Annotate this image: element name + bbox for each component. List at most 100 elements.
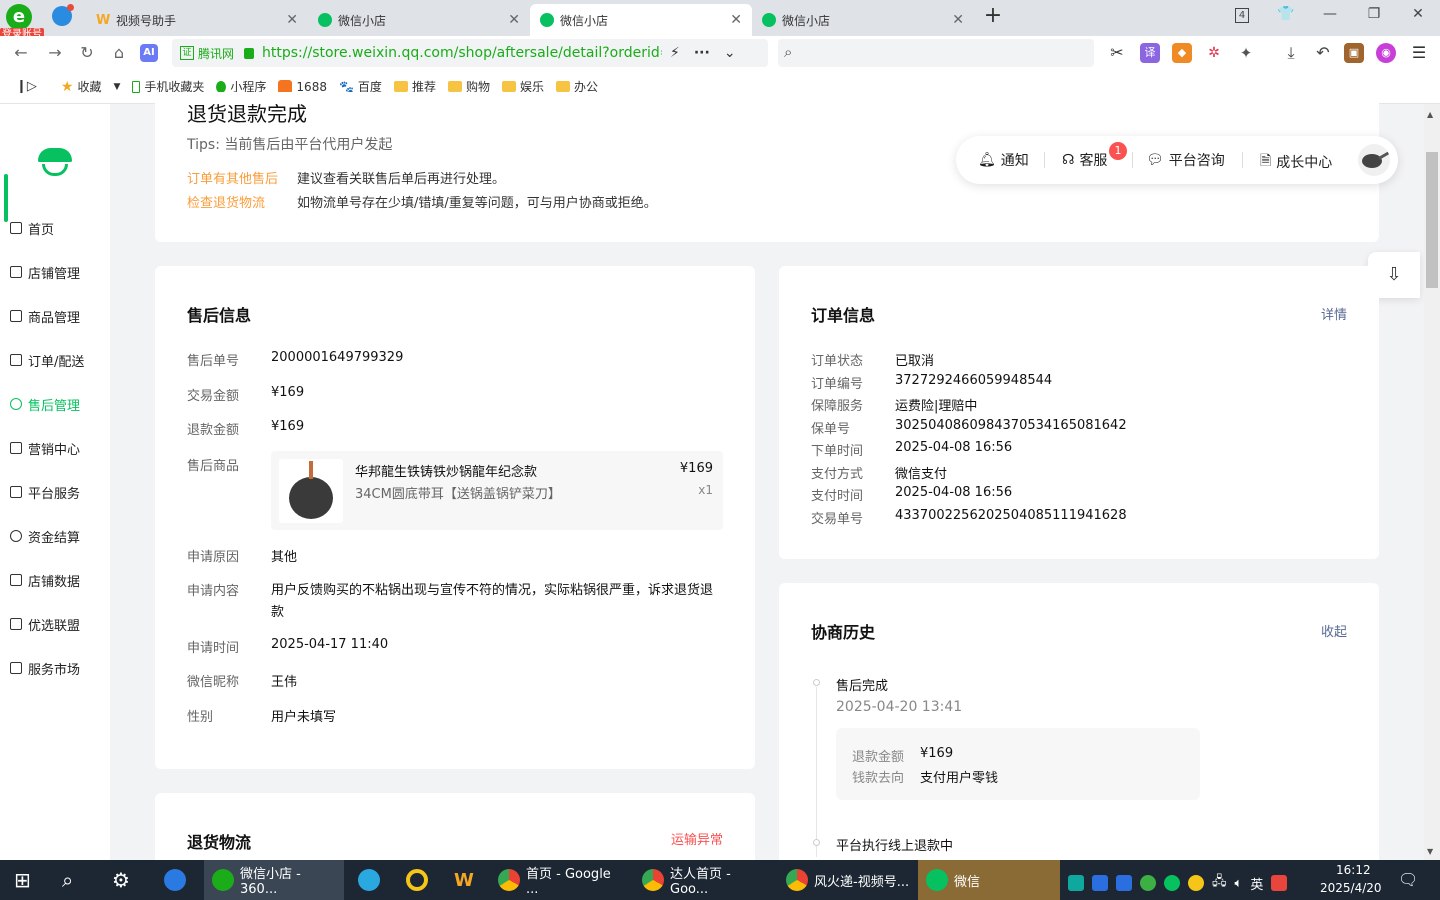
sidebar-item-platform[interactable]: 平台服务 [10,482,80,502]
windows-taskbar: ⊞ ⌕ ⚙ 微信小店 - 360... W 首页 - Google ... 达人… [0,860,1440,900]
app-chat-icon[interactable] [350,860,388,900]
app-o-icon[interactable] [398,860,436,900]
search-button[interactable]: ⌕ [54,860,81,900]
check-logistics-link[interactable]: 检查退货物流 [187,192,265,211]
sidebar-item-shop[interactable]: 店铺管理 [10,262,80,282]
tray-app-icon[interactable] [1188,875,1204,891]
app-s-icon[interactable]: ⚙ [104,860,138,900]
game-icon[interactable]: ◆ [1172,43,1192,63]
new-tab-button[interactable]: + [982,4,1004,28]
weixin-shop-icon [762,13,776,27]
video-assistant-taskbar-icon[interactable]: W [446,860,482,900]
taskbar-chrome-1[interactable]: 首页 - Google ... [490,860,630,900]
scissors-icon[interactable]: ✂ [1106,42,1128,64]
grid-icon [10,662,22,674]
home-icon[interactable]: ⌂ [108,42,130,64]
sidebar-item-market[interactable]: 服务市场 [10,658,80,678]
puzzle-icon[interactable]: ✦ [1236,43,1256,63]
other-aftersale-link[interactable]: 订单有其他售后 [187,168,278,187]
growth-center-button[interactable]: 🗎 成长中心 [1260,150,1332,174]
start-button[interactable]: ⊞ [6,860,39,900]
network-icon[interactable]: 🖧︎ [1212,872,1227,894]
bookmark-favorites[interactable]: ★ 收藏 ▼ [61,78,121,95]
scroll-up-icon[interactable]: ▲ [1427,110,1433,119]
scroll-down-icon[interactable]: ▼ [1427,847,1433,856]
sidebar-item-data[interactable]: 店铺数据 [10,570,80,590]
shop-logo-icon[interactable] [38,148,72,178]
close-icon[interactable]: ✕ [952,12,964,28]
download-icon[interactable]: ⤓ [1280,42,1302,64]
notification-icon[interactable]: 🗨︎ [1398,870,1418,889]
scrollbar-thumb[interactable] [1426,152,1438,288]
sidebar-item-funds[interactable]: 资金结算 [10,526,80,546]
tray-app-icon[interactable] [1140,875,1156,891]
event-detail-box: 退款金额 ¥169 钱款去向 支付用户零钱 [836,728,1200,800]
restore-icon[interactable]: ❐ [1360,6,1388,26]
sidebar-item-goods[interactable]: 商品管理 [10,306,80,326]
clock-date[interactable]: 2025/4/20 [1320,881,1382,895]
shop-avatar[interactable] [1358,144,1390,176]
sidebar-toggle-icon[interactable]: ❙▷ [16,79,37,94]
sidebar-item-aftersale[interactable]: 售后管理 [10,394,80,414]
back-icon[interactable]: ← [10,42,32,64]
extension-dots-icon[interactable]: ✲ [1204,43,1224,63]
reload-icon[interactable]: ↻ [76,42,98,64]
translate-icon[interactable]: 译 [1140,43,1160,63]
tray-app-icon[interactable] [1116,875,1132,891]
tab-count-badge[interactable]: 4 [1228,6,1256,26]
order-field-value: 微信支付 [895,466,948,482]
window-close-icon[interactable]: ✕ [1404,6,1432,26]
event-title: 售后完成 [836,679,889,694]
order-detail-link[interactable]: 详情 [1321,304,1347,323]
more-icon[interactable]: ··· [694,45,710,61]
browser-logo-icon[interactable]: e [6,4,32,30]
taskbar-wechat[interactable]: 微信 [918,860,1060,900]
forward-icon[interactable]: → [44,42,66,64]
platform-consult-button[interactable]: 💬︎ 平台咨询 [1146,150,1225,170]
close-icon[interactable]: ✕ [286,12,298,28]
tab-weixin-shop-2[interactable]: 微信小店 ✕ [530,4,752,36]
ai-icon[interactable]: AI [140,44,158,62]
taskbar-chrome-3[interactable]: 风火递-视频号... [778,860,918,900]
tray-app-icon[interactable] [1092,875,1108,891]
sidebar-item-orders[interactable]: 订单/配送 [10,350,84,370]
undo-icon[interactable]: ↶ [1312,42,1334,64]
collapse-link[interactable]: 收起 [1321,621,1347,640]
transport-alert-link[interactable]: 运输异常 [671,829,723,848]
search-input[interactable]: ⌕ [778,39,1094,67]
product-spec: 34CM圆底带耳【送锅盖锅铲菜刀】 [355,487,561,502]
chrome-icon [786,869,808,891]
sidebar-item-marketing[interactable]: 营销中心 [10,438,80,458]
close-icon[interactable]: ✕ [508,12,520,28]
tab-video-assistant[interactable]: W 视频号助手 ✕ [86,4,308,36]
order-field-value: 运费险|理赔中 [895,399,978,414]
app-k-icon[interactable] [156,860,194,900]
tab-weixin-shop-3[interactable]: 微信小店 ✕ [752,4,974,36]
tab-weixin-shop-1[interactable]: 微信小店 ✕ [308,4,530,36]
page-scrollbar[interactable]: ▲ ▼ [1424,104,1440,860]
sogou-icon[interactable] [1271,875,1288,891]
product-box[interactable]: 华邦龍生铁铸铁炒锅龍年纪念款 34CM圆底带耳【送锅盖锅铲菜刀】 ¥169 x1 [271,451,723,530]
customer-service-button[interactable]: ☊ 客服 [1062,150,1107,170]
sidebar-item-home[interactable]: 首页 [10,218,54,238]
address-bar[interactable]: 证 腾讯网 https://store.weixin.qq.com/shop/a… [172,39,768,67]
menu-icon[interactable]: ☰ [1408,42,1430,64]
briefcase-icon[interactable]: ▣ [1344,43,1364,63]
shirt-icon[interactable]: 👕 [1272,6,1300,26]
taskbar-chrome-2[interactable]: 达人首页 - Goo... [634,860,774,900]
sidebar-item-alliance[interactable]: 优选联盟 [10,614,80,634]
profile-icon[interactable]: ◉ [1376,43,1396,63]
taskbar-app-360[interactable]: 微信小店 - 360... [204,860,344,900]
ime-indicator[interactable]: 英 [1250,874,1263,893]
tray-app-icon[interactable] [1068,875,1084,891]
refund-destination-value: 支付用户零钱 [920,771,999,786]
notify-button[interactable]: 🔔︎ 通知 [978,150,1029,170]
url-text[interactable]: https://store.weixin.qq.com/shop/aftersa… [262,45,662,61]
close-icon[interactable]: ✕ [730,12,742,28]
tray-wechat-icon[interactable] [1164,875,1180,891]
lightning-icon[interactable]: ⚡ [670,45,680,61]
clock-time[interactable]: 16:12 [1336,863,1371,877]
chevron-down-icon[interactable]: ⌄ [724,45,736,61]
minimize-icon[interactable]: — [1316,6,1344,26]
volume-icon[interactable]: 🔈︎ [1235,876,1243,891]
